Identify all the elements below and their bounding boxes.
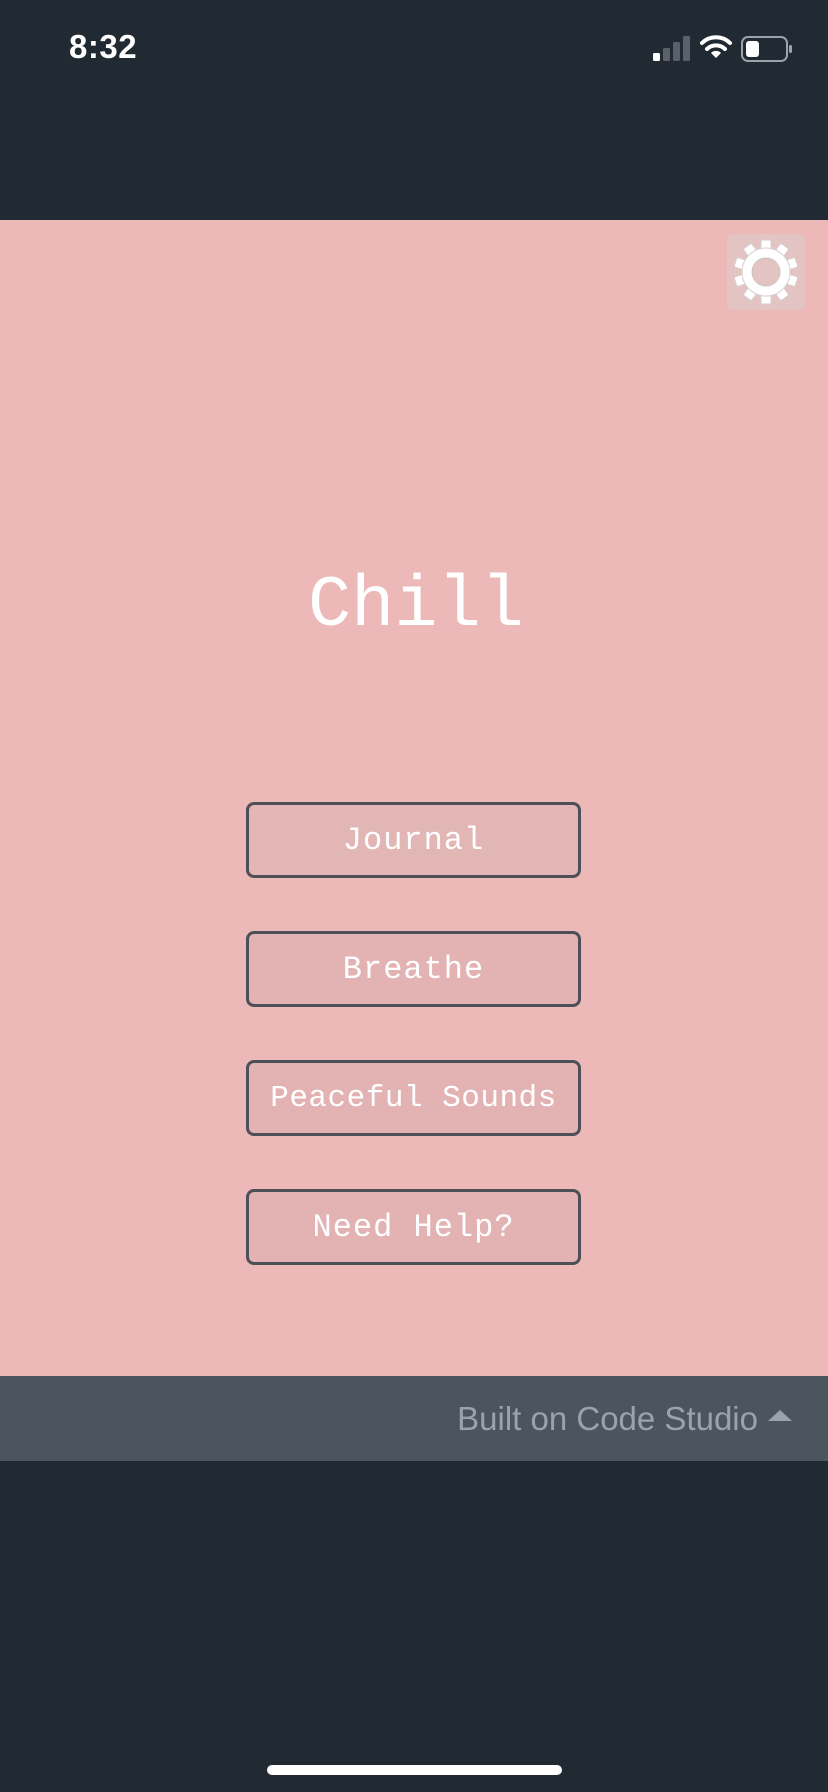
settings-button[interactable]: [727, 234, 805, 310]
app-title: Chill: [307, 565, 525, 647]
journal-button[interactable]: Journal: [246, 802, 581, 878]
peaceful-sounds-button[interactable]: Peaceful Sounds: [246, 1060, 581, 1136]
cellular-signal-icon: [653, 36, 690, 61]
battery-icon: [741, 36, 792, 62]
app-screen: Chill Journal Breathe Peaceful Sounds Ne…: [0, 220, 828, 1376]
need-help-button[interactable]: Need Help?: [246, 1189, 581, 1265]
status-bar: 8:32: [0, 0, 828, 100]
built-on-code-studio-link[interactable]: Built on Code Studio: [457, 1376, 792, 1461]
footer-bar: Built on Code Studio: [0, 1376, 828, 1461]
caret-up-icon: [768, 1410, 792, 1421]
wifi-icon: [700, 35, 732, 58]
footer-label: Built on Code Studio: [457, 1399, 758, 1437]
breathe-button[interactable]: Breathe: [246, 931, 581, 1007]
gear-icon: [733, 239, 799, 305]
status-time: 8:32: [69, 28, 138, 65]
home-indicator: [267, 1765, 562, 1775]
